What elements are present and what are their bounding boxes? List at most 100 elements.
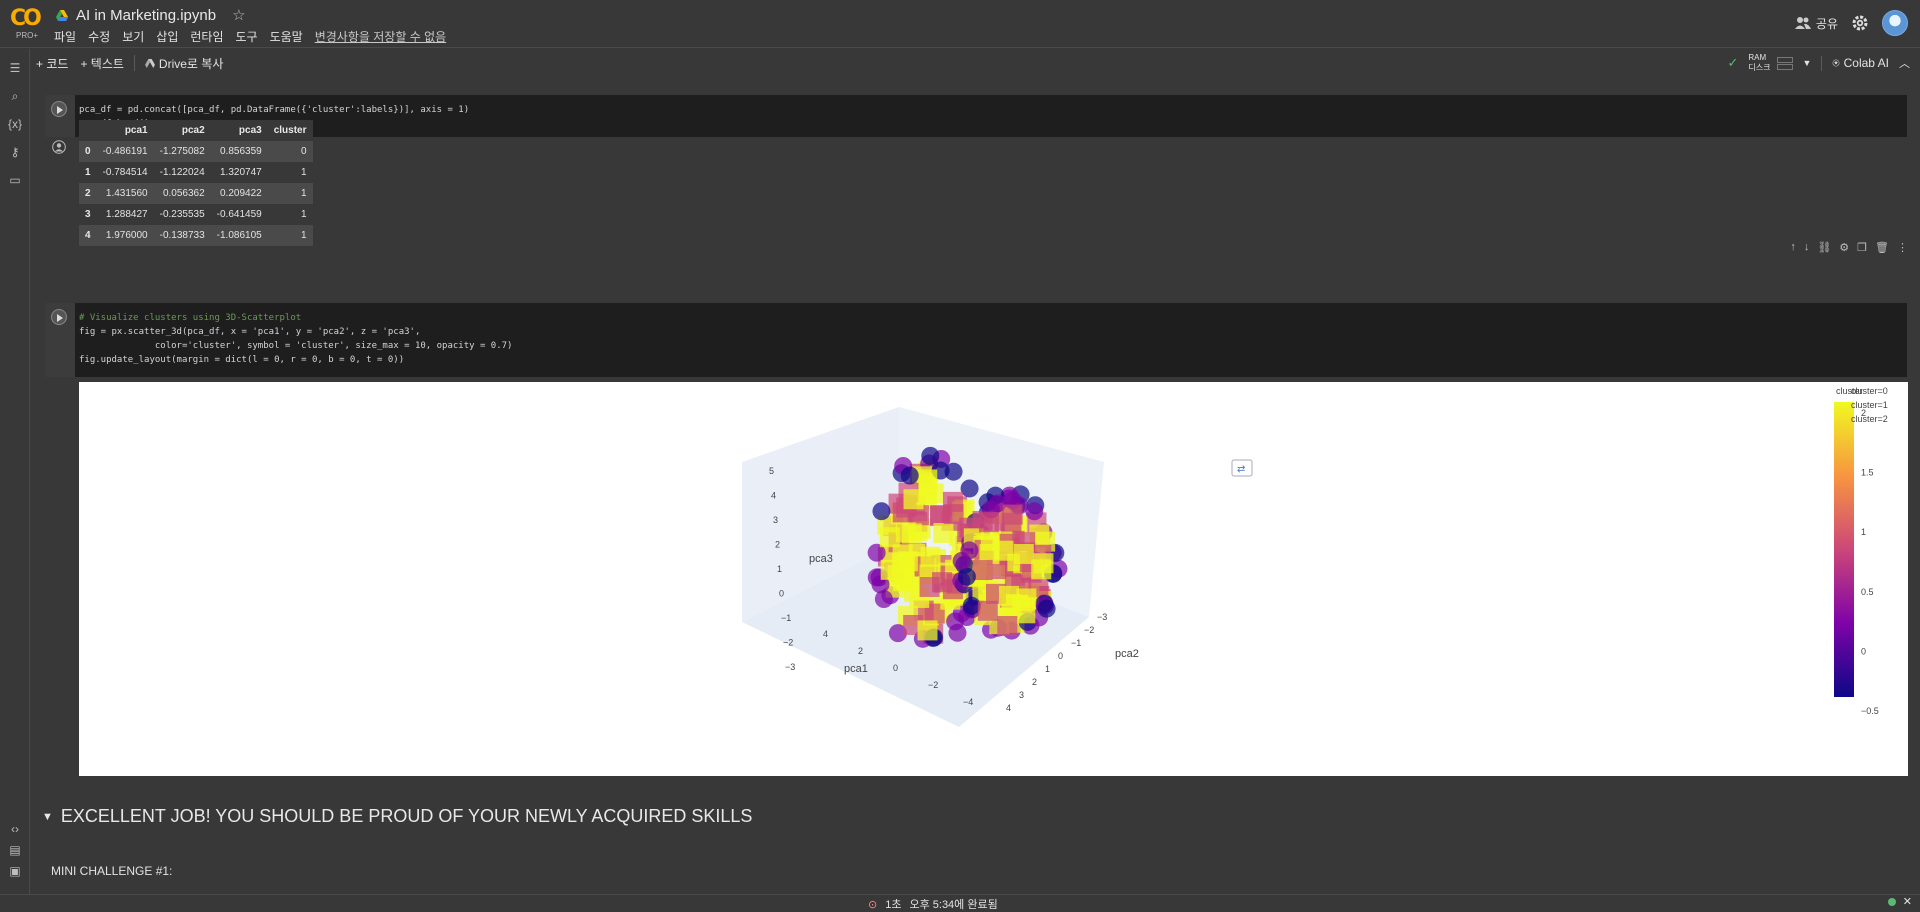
- account-avatar[interactable]: [1882, 10, 1908, 36]
- folder-icon[interactable]: ▭: [8, 173, 22, 187]
- cluster-1-point: [997, 615, 1018, 636]
- x-tick-label: −4: [963, 697, 973, 707]
- cluster-0-point: [872, 502, 891, 521]
- table-cell: 0.856359: [210, 141, 268, 162]
- run-button[interactable]: [51, 101, 67, 117]
- command-palette-icon[interactable]: ▤: [8, 843, 22, 857]
- z-axis-label: pca3: [809, 553, 833, 565]
- close-icon[interactable]: ✕: [1903, 895, 1912, 908]
- disk-bar: [1776, 63, 1793, 70]
- cluster-2-point: [879, 527, 900, 548]
- table-header: pca3: [210, 120, 268, 141]
- menu-insert[interactable]: 삽입: [156, 28, 178, 45]
- menu-view[interactable]: 보기: [122, 28, 144, 45]
- drive-icon: [144, 58, 155, 68]
- search-icon[interactable]: ⌕: [8, 89, 22, 103]
- code-line: pca_df = pd.concat([pca_df, pd.DataFrame…: [79, 105, 470, 115]
- unsaved-changes-link[interactable]: 변경사항을 저장할 수 없음: [315, 28, 446, 45]
- table-row: 4 1.976000 -0.138733 -1.086105 1: [79, 225, 313, 246]
- menu-file[interactable]: 파일: [54, 28, 76, 45]
- x-axis-label: pca1: [844, 663, 868, 675]
- collapse-icon[interactable]: ︿: [1899, 55, 1910, 71]
- mirror-icon[interactable]: ❐: [1857, 241, 1867, 254]
- key-icon[interactable]: ⚷: [8, 145, 22, 159]
- x-tick-label: 0: [893, 663, 898, 673]
- move-up-icon[interactable]: ↑: [1790, 241, 1796, 254]
- output-user-icon: [52, 140, 66, 154]
- notebook-title[interactable]: AI in Marketing.ipynb: [76, 7, 216, 24]
- cell-gutter: [45, 95, 75, 137]
- add-code-button[interactable]: + 코드: [30, 55, 74, 72]
- dataframe-table: pca1 pca2 pca3 cluster 0 -0.486191 -1.275082 0…: [79, 120, 313, 246]
- colorbar-tick-label: −0.5: [1861, 706, 1879, 716]
- code-cell-scatter[interactable]: # Visualize clusters using 3D-Scatterplo…: [45, 303, 1907, 377]
- legend-item: cluster=1: [1851, 400, 1888, 410]
- markdown-heading: ▼ EXCELLENT JOB! YOU SHOULD BE PROUD OF …: [42, 806, 752, 827]
- table-cell: 0: [267, 141, 313, 162]
- table-cell: -0.235535: [153, 204, 211, 225]
- menu-runtime[interactable]: 런타임: [190, 28, 223, 45]
- terminal-icon[interactable]: ▣: [8, 864, 22, 878]
- y-tick-label: −2: [1084, 625, 1094, 635]
- left-sidebar: ☰ ⌕ {x} ⚷ ▭ ‹› ▤ ▣: [0, 49, 30, 894]
- menu-help[interactable]: 도움말: [270, 28, 303, 45]
- z-tick-label: 2: [775, 540, 780, 550]
- gear-icon[interactable]: [1852, 15, 1868, 31]
- more-icon[interactable]: ⋮: [1897, 241, 1908, 254]
- cell-code[interactable]: # Visualize clusters using 3D-Scatterplo…: [79, 311, 512, 367]
- colorbar-tick-label: 1.5: [1861, 468, 1874, 478]
- cell-settings-icon[interactable]: ⚙: [1839, 241, 1849, 254]
- add-text-button[interactable]: + 텍스트: [74, 55, 129, 72]
- copy-to-drive-button[interactable]: Drive로 복사: [139, 55, 229, 72]
- variables-icon[interactable]: {x}: [8, 117, 22, 131]
- cell-gutter: [45, 303, 75, 377]
- cluster-2-point: [903, 489, 924, 510]
- heading-text: EXCELLENT JOB! YOU SHOULD BE PROUD OF YO…: [60, 806, 753, 826]
- cluster-0-point: [957, 567, 976, 586]
- code-snippets-icon[interactable]: ‹›: [8, 822, 22, 836]
- plotly-3d-scatter[interactable]: pca3 pca1 pca2 5 4 3 2 1 0 −1 −2 −3 4 2 0 −2 −4 −3 −2…: [79, 382, 1908, 776]
- chevron-down-icon[interactable]: ▼: [1803, 58, 1812, 68]
- disk-label: 디스크: [1748, 63, 1771, 72]
- menu-edit[interactable]: 수정: [88, 28, 110, 45]
- chart-svg[interactable]: pca3 pca1 pca2 543210−1−2−3 420−2−4 −3−2…: [79, 382, 1908, 776]
- table-row: 3 1.288427 -0.235535 -0.641459 1: [79, 204, 313, 225]
- table-cell: 0.209422: [210, 183, 268, 204]
- code-line: fig = px.scatter_3d(pca_df, x = 'pca1', …: [79, 327, 421, 337]
- run-button[interactable]: [51, 309, 67, 325]
- move-down-icon[interactable]: ↓: [1804, 241, 1810, 254]
- colab-ai-button[interactable]: ⍟ Colab AI: [1821, 55, 1889, 71]
- x-tick-label: 2: [858, 646, 863, 656]
- collapse-section-icon[interactable]: ▼: [42, 811, 53, 823]
- translate-icon-glyph: ⇄: [1237, 464, 1245, 475]
- row-index: 4: [79, 225, 97, 246]
- copy-to-drive-label: Drive로 복사: [158, 56, 224, 71]
- code-line: color='cluster', symbol = 'cluster', siz…: [79, 341, 513, 351]
- table-cell: -1.275082: [153, 141, 211, 162]
- table-cell: -0.641459: [210, 204, 268, 225]
- toc-icon[interactable]: ☰: [8, 61, 22, 75]
- logo-tier: PRO+: [16, 31, 39, 40]
- code-cell-concat[interactable]: pca_df = pd.concat([pca_df, pd.DataFrame…: [45, 95, 1907, 137]
- menu-tools[interactable]: 도구: [236, 28, 258, 45]
- cluster-0-point: [921, 446, 940, 465]
- table-cell: 1.431560: [96, 183, 154, 204]
- colorbar-tick-label: 0: [1861, 646, 1866, 656]
- link-icon[interactable]: ⛓: [1817, 241, 1831, 254]
- star-icon[interactable]: ☆: [232, 6, 245, 24]
- resource-monitor[interactable]: RAM 디스크: [1748, 53, 1793, 73]
- share-button[interactable]: 공유: [1794, 15, 1838, 32]
- cluster-1-point: [978, 512, 999, 533]
- table-row: 2 1.431560 0.056362 0.209422 1: [79, 183, 313, 204]
- colab-logo[interactable]: CO PRO+: [8, 6, 48, 42]
- people-icon: [1794, 17, 1811, 29]
- table-cell: 1: [267, 183, 313, 204]
- code-line: # Visualize clusters using 3D-Scatterplo…: [79, 313, 302, 323]
- y-tick-label: 4: [1006, 703, 1011, 713]
- y-tick-label: 2: [1032, 677, 1037, 687]
- challenge-text: MINI CHALLENGE #1:: [51, 864, 173, 878]
- status-bar: ⊙ 1초 오후 5:34에 완료됨 ✕: [0, 894, 1920, 911]
- cluster-0-point: [948, 623, 967, 642]
- cluster-2-point: [999, 585, 1020, 606]
- trash-icon[interactable]: 🗑: [1875, 241, 1889, 254]
